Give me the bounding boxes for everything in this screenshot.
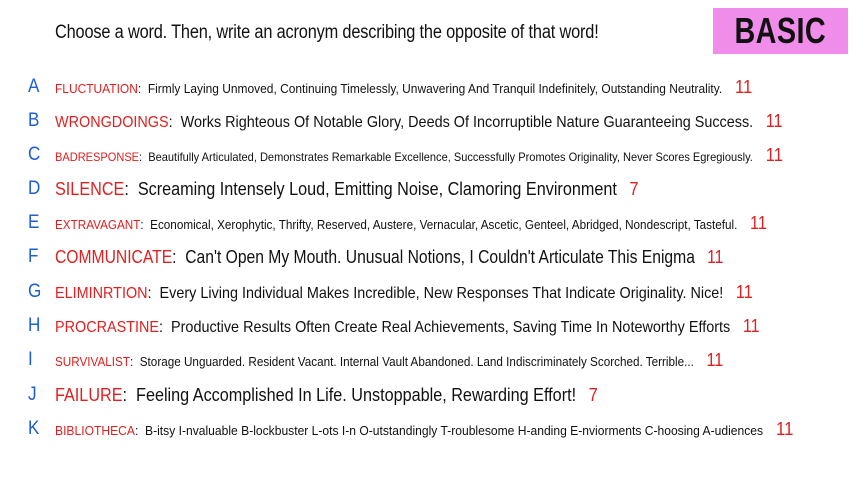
- entry-letter: F: [28, 246, 39, 267]
- entry-row-i: I SURVIVALIST: Storage Unguarded. Reside…: [0, 345, 853, 375]
- entry-word: PROCRASTINE: [55, 318, 160, 336]
- entry-colon: :: [159, 318, 172, 336]
- entry-score: 11: [735, 76, 753, 97]
- entry-line: COMMUNICATE: Can't Open My Mouth. Unusua…: [55, 247, 723, 268]
- entry-line: PROCRASTINE: Productive Results Often Cr…: [55, 316, 760, 337]
- entry-row-e: E EXTRAVAGANT: Economical, Xerophytic, T…: [0, 208, 853, 238]
- entry-line: EXTRAVAGANT: Economical, Xerophytic, Thr…: [55, 213, 767, 234]
- entry-row-f: F COMMUNICATE: Can't Open My Mouth. Unus…: [0, 242, 853, 272]
- entry-word: COMMUNICATE: [55, 246, 173, 267]
- entry-letter: J: [28, 384, 37, 405]
- entry-row-a: A FLUCTUATION: Firmly Laying Unmoved, Co…: [0, 72, 853, 102]
- entry-line: SILENCE: Screaming Intensely Loud, Emitt…: [55, 179, 638, 200]
- entry-acronym: Economical, Xerophytic, Thrifty, Reserve…: [150, 216, 738, 232]
- entry-letter: B: [28, 110, 40, 131]
- entry-acronym: Productive Results Often Create Real Ach…: [171, 318, 731, 336]
- entry-line: FLUCTUATION: Firmly Laying Unmoved, Cont…: [55, 77, 752, 98]
- entry-score: 11: [735, 281, 753, 302]
- entry-row-j: J FAILURE: Feeling Accomplished In Life.…: [0, 380, 853, 410]
- entry-score: 11: [765, 144, 783, 165]
- entry-colon: :: [134, 422, 146, 438]
- entry-colon: :: [147, 284, 160, 302]
- entry-line: BADRESPONSE: Beautifully Articulated, De…: [55, 145, 783, 166]
- entry-acronym: Beautifully Articulated, Demonstrates Re…: [148, 149, 753, 164]
- entry-acronym: Can't Open My Mouth. Unusual Notions, I …: [185, 246, 695, 267]
- entry-acronym: Works Righteous Of Notable Glory, Deeds …: [180, 113, 754, 131]
- entry-row-k: K BIBLIOTHECA: B-itsy I-nvaluable B-lock…: [0, 414, 853, 444]
- entry-word: FLUCTUATION: [55, 80, 138, 96]
- entry-line: BIBLIOTHECA: B-itsy I-nvaluable B-lockbu…: [55, 419, 793, 440]
- entry-colon: :: [172, 246, 186, 267]
- entry-word: SILENCE: [55, 178, 125, 199]
- entry-letter: I: [28, 349, 33, 370]
- entry-score: 7: [629, 178, 639, 199]
- entry-score: 11: [707, 246, 724, 267]
- entry-acronym: Firmly Laying Unmoved, Continuing Timele…: [147, 80, 723, 96]
- entry-score: 11: [750, 212, 767, 233]
- entry-line: SURVIVALIST: Storage Unguarded. Resident…: [55, 350, 723, 371]
- entry-acronym: B-itsy I-nvaluable B-lockbuster L-ots I-…: [145, 422, 764, 438]
- entry-word: FAILURE: [55, 384, 123, 405]
- entry-colon: :: [168, 113, 181, 131]
- entry-word: BIBLIOTHECA: [55, 422, 135, 438]
- entry-row-g: G ELIMINRTION: Every Living Individual M…: [0, 277, 853, 307]
- entry-score: 11: [776, 418, 794, 439]
- entry-line: FAILURE: Feeling Accomplished In Life. U…: [55, 385, 598, 406]
- entry-colon: :: [124, 178, 138, 199]
- entry-score: 7: [588, 384, 598, 405]
- entry-colon: :: [137, 80, 148, 96]
- entry-acronym: Storage Unguarded. Resident Vacant. Inte…: [139, 353, 694, 369]
- entry-colon: :: [129, 353, 140, 369]
- entry-colon: :: [122, 384, 137, 405]
- entry-acronym: Feeling Accomplished In Life. Unstoppabl…: [136, 384, 577, 405]
- entry-letter: G: [28, 281, 42, 302]
- entry-word: ELIMINRTION: [55, 284, 148, 302]
- entry-letter: K: [28, 418, 40, 439]
- entry-word: SURVIVALIST: [55, 353, 130, 369]
- entry-line: WRONGDOINGS: Works Righteous Of Notable …: [55, 111, 783, 132]
- level-badge: BASIC: [713, 8, 848, 54]
- entry-letter: A: [28, 76, 40, 97]
- entry-score: 11: [706, 349, 724, 370]
- entry-word: EXTRAVAGANT: [55, 216, 141, 232]
- entry-row-h: H PROCRASTINE: Productive Results Often …: [0, 311, 853, 341]
- entry-letter: E: [28, 212, 40, 233]
- level-badge-label: BASIC: [734, 10, 827, 51]
- entry-word: WRONGDOINGS: [55, 113, 169, 131]
- entry-letter: C: [28, 144, 41, 165]
- entry-letter: D: [28, 178, 41, 199]
- entry-acronym: Every Living Individual Makes Incredible…: [159, 284, 724, 302]
- entry-word: BADRESPONSE: [55, 149, 140, 164]
- entry-letter: H: [28, 315, 41, 336]
- prompt-heading: Choose a word. Then, write an acronym de…: [55, 22, 599, 43]
- entry-row-d: D SILENCE: Screaming Intensely Loud, Emi…: [0, 174, 853, 204]
- entry-score: 11: [742, 315, 760, 336]
- entry-colon: :: [139, 149, 149, 164]
- entry-acronym: Screaming Intensely Loud, Emitting Noise…: [137, 178, 617, 199]
- entry-line: ELIMINRTION: Every Living Individual Mak…: [55, 282, 753, 303]
- entry-row-c: C BADRESPONSE: Beautifully Articulated, …: [0, 140, 853, 170]
- entry-row-b: B WRONGDOINGS: Works Righteous Of Notabl…: [0, 106, 853, 136]
- entry-score: 11: [765, 110, 783, 131]
- entry-colon: :: [140, 216, 151, 232]
